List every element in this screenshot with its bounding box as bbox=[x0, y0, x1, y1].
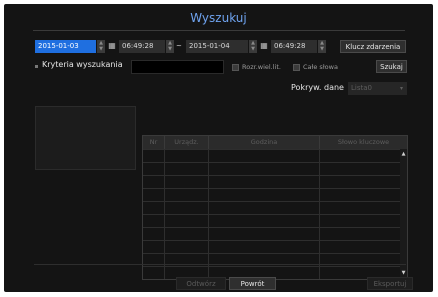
case-sensitive-label: Rozr.wiel.lit. bbox=[242, 63, 281, 71]
column-header: Słowo kluczowe bbox=[337, 138, 390, 146]
start-time-field[interactable]: 06:49:28 bbox=[119, 40, 165, 53]
table-row[interactable] bbox=[143, 201, 407, 214]
end-date-field[interactable]: 2015-01-04 bbox=[186, 40, 248, 53]
case-sensitive-checkbox[interactable] bbox=[232, 64, 239, 71]
table-row[interactable] bbox=[143, 227, 407, 240]
column-header: Godzina bbox=[209, 136, 320, 149]
title-divider bbox=[33, 30, 405, 31]
table-header: Nr Urządz. Godzina Słowo kluczowe bbox=[143, 136, 407, 149]
calendar-icon[interactable]: ▦ bbox=[260, 42, 268, 50]
whole-word-label: Całe słowa bbox=[303, 63, 338, 71]
table-row[interactable] bbox=[143, 175, 407, 188]
whole-word-checkbox[interactable] bbox=[293, 64, 300, 71]
start-date-field[interactable]: 2015-01-03 bbox=[35, 40, 96, 53]
start-time-stepper[interactable]: ▲ ▼ bbox=[166, 40, 174, 53]
dialog-title: Wyszukuj bbox=[190, 11, 247, 25]
play-button[interactable]: Odtwórz bbox=[176, 277, 226, 290]
chevron-down-icon: ▾ bbox=[399, 85, 403, 92]
column-header: Urządz. bbox=[165, 136, 209, 149]
export-button[interactable]: Eksportuj bbox=[367, 277, 413, 290]
overlap-select[interactable]: Lista0 ▾ bbox=[348, 82, 407, 95]
event-key-button[interactable]: Klucz zdarzenia bbox=[340, 40, 406, 53]
footer-divider bbox=[34, 264, 406, 265]
table-row[interactable] bbox=[143, 214, 407, 227]
end-date-stepper[interactable]: ▲ ▼ bbox=[249, 40, 257, 53]
criteria-label: Kryteria wyszukania bbox=[42, 60, 123, 69]
table-row[interactable] bbox=[143, 188, 407, 201]
range-separator: ~ bbox=[176, 42, 182, 50]
end-time-field[interactable]: 06:49:28 bbox=[271, 40, 317, 53]
table-row[interactable] bbox=[143, 162, 407, 175]
criteria-input[interactable] bbox=[131, 60, 224, 74]
search-dialog: Wyszukuj 2015-01-03 ▲ ▼ ▦ 06:49:28 ▲ ▼ ~ 2… bbox=[4, 4, 433, 292]
calendar-icon[interactable]: ▦ bbox=[108, 42, 116, 50]
overlap-label: Pokryw. dane bbox=[291, 83, 344, 92]
search-button[interactable]: Szukaj bbox=[376, 60, 407, 73]
scroll-down-icon[interactable]: ▼ bbox=[400, 270, 407, 277]
results-table: Nr Urządz. Godzina Słowo kluczowe ▲ ▼ bbox=[142, 135, 408, 280]
table-row[interactable] bbox=[143, 149, 407, 162]
column-header: Nr bbox=[143, 136, 165, 149]
table-scrollbar[interactable]: ▲ ▼ bbox=[400, 149, 407, 279]
table-row[interactable] bbox=[143, 240, 407, 253]
scroll-up-icon[interactable]: ▲ bbox=[400, 151, 407, 158]
back-button[interactable]: Powrót bbox=[229, 277, 276, 290]
end-time-stepper[interactable]: ▲ ▼ bbox=[318, 40, 326, 53]
video-preview bbox=[35, 106, 136, 170]
bullet-icon bbox=[35, 65, 38, 68]
overlap-value: Lista0 bbox=[351, 84, 372, 92]
start-date-stepper[interactable]: ▲ ▼ bbox=[97, 40, 105, 53]
